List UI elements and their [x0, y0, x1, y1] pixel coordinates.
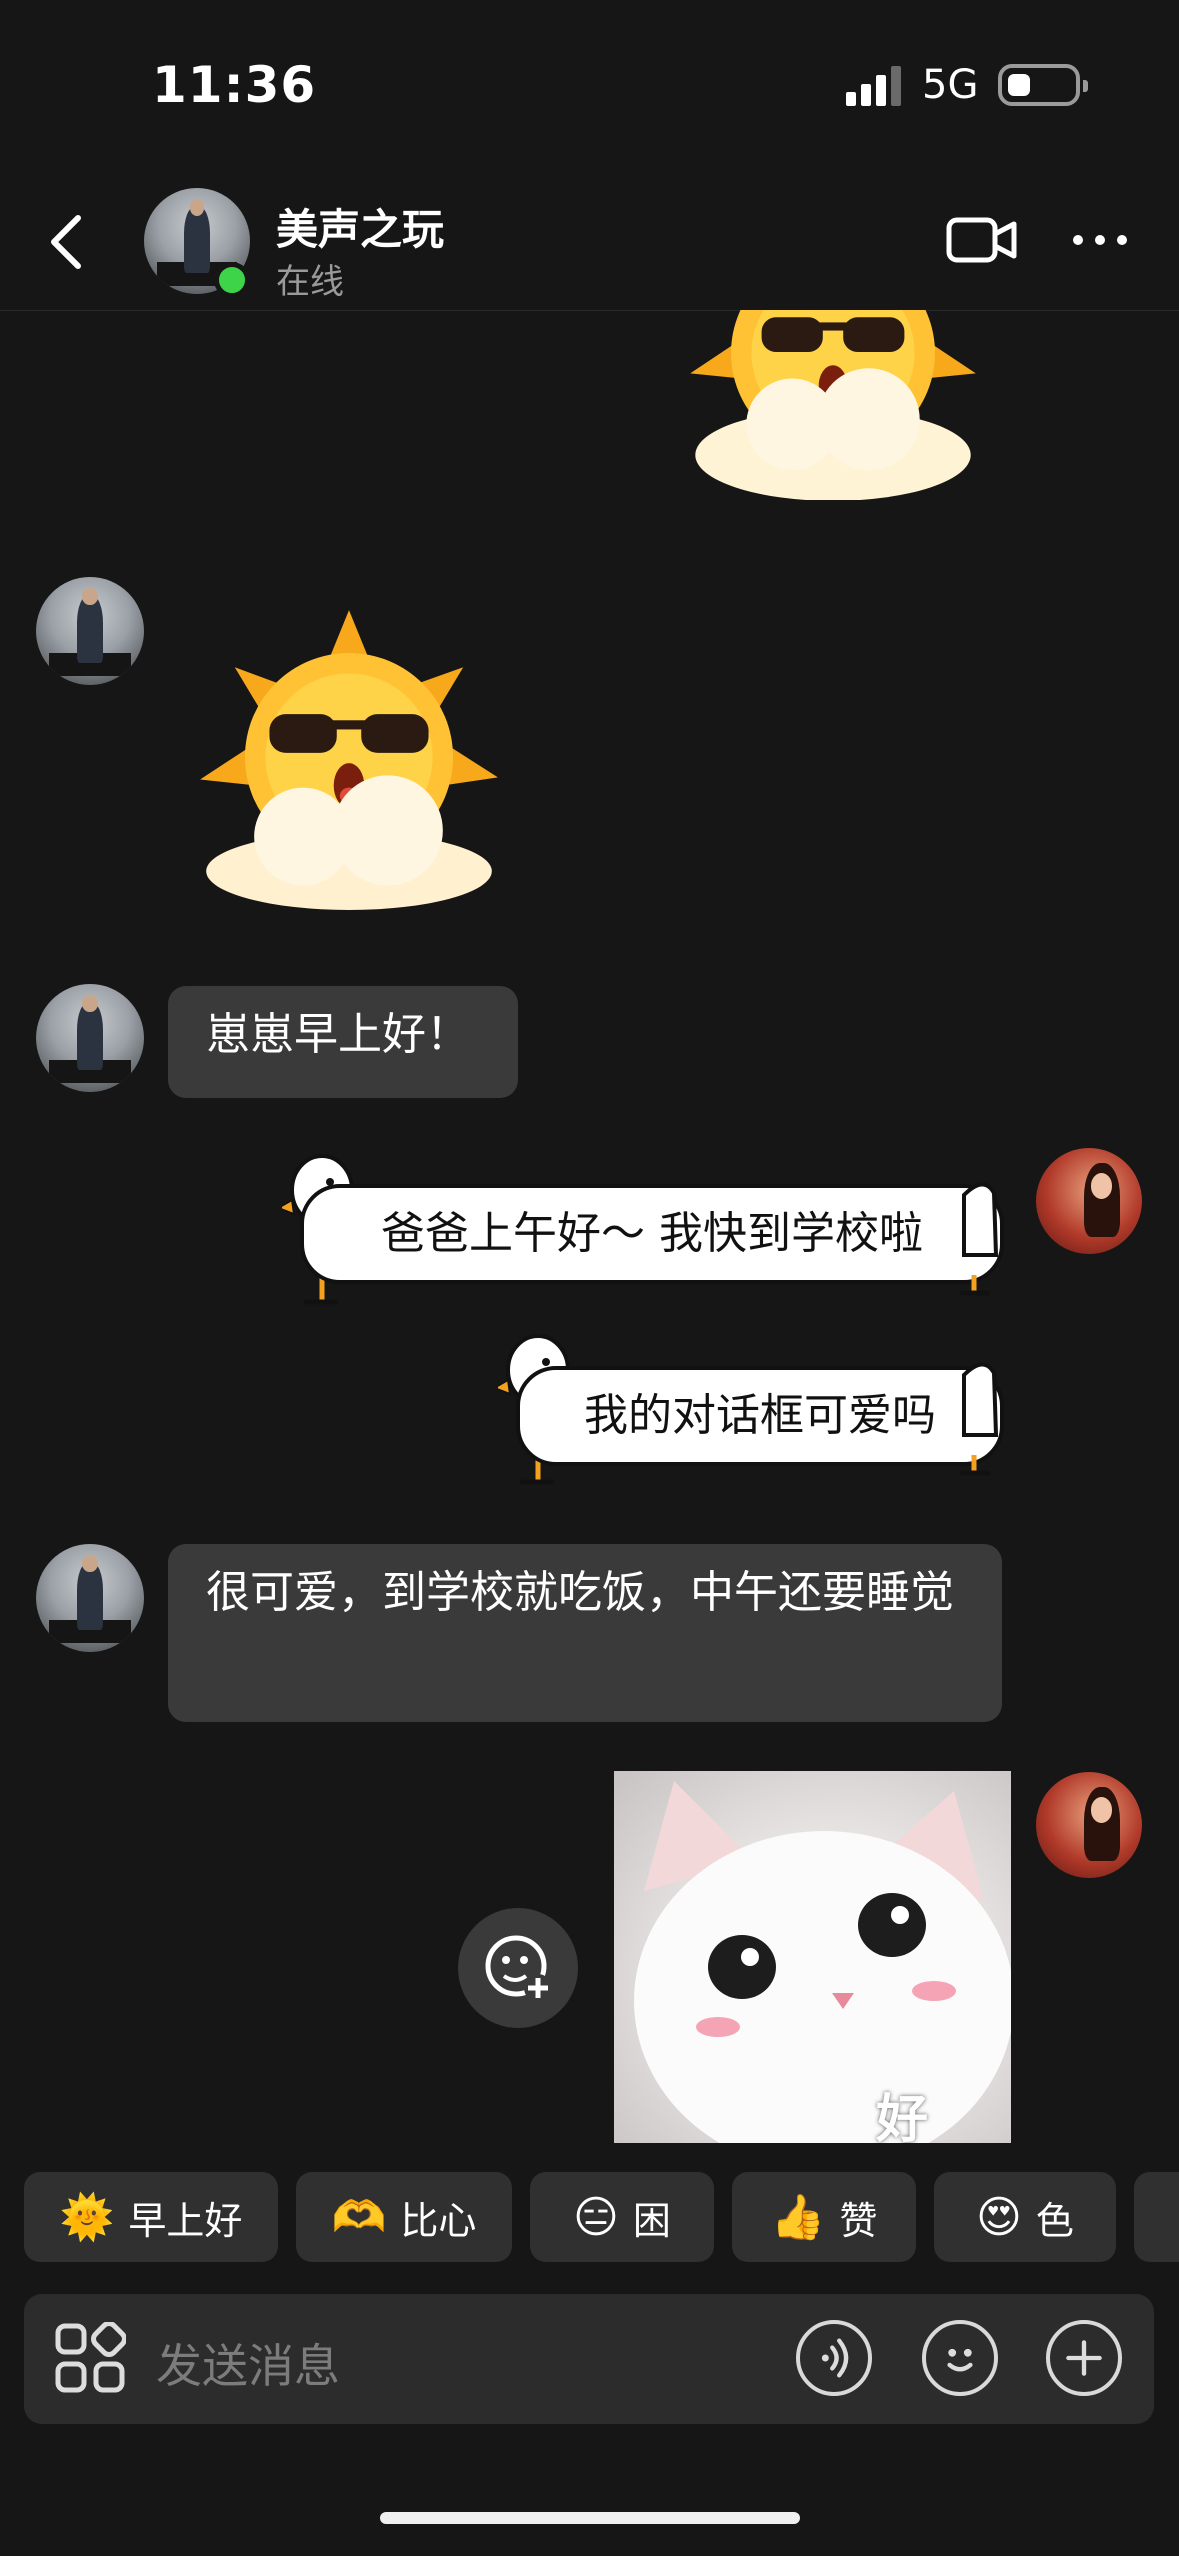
plus-icon — [1066, 2340, 1102, 2376]
contact-avatar[interactable] — [36, 984, 144, 1092]
add-sticker-icon — [485, 1935, 552, 2002]
emoji-button[interactable] — [922, 2320, 998, 2396]
goose-icon — [960, 1362, 999, 1476]
online-indicator — [214, 262, 250, 298]
contact-avatar[interactable] — [36, 577, 144, 685]
contact-status: 在线 — [276, 262, 344, 302]
smile-icon — [947, 2348, 973, 2372]
quick-reply-like[interactable]: 👍 赞 — [732, 2172, 916, 2262]
message-bubble[interactable]: 很可爱，到学校就吃饭，中午还要睡觉 — [168, 1544, 1002, 1722]
image-caption: 好 — [876, 2090, 929, 2143]
cat-image[interactable]: 好 — [614, 1771, 1011, 2143]
network-label: 5G — [922, 62, 979, 108]
plus-button[interactable] — [1046, 2320, 1122, 2396]
contact-avatar[interactable] — [36, 1544, 144, 1652]
quick-reply-label: 色 — [1035, 2198, 1074, 2243]
quick-reply-heart[interactable]: 🫶 比心 — [296, 2172, 512, 2262]
my-avatar[interactable] — [1036, 1772, 1142, 1878]
quick-reply-good-morning[interactable]: 🌞 早上好 — [24, 2172, 278, 2262]
sleepy-emoji-icon: 😑 — [573, 2191, 619, 2243]
message-bubble[interactable]: 我的对话框可爱吗 — [516, 1366, 1004, 1466]
status-time: 11:36 — [152, 56, 317, 114]
contact-name[interactable]: 美声之玩 — [276, 196, 444, 257]
quick-reply-label: 比心 — [400, 2198, 477, 2243]
quick-reply-sleepy[interactable]: 😑 困 — [530, 2172, 714, 2262]
signal-icon — [846, 66, 901, 106]
goose-icon — [960, 1182, 999, 1296]
home-indicator — [380, 2512, 800, 2524]
sun-emoji-icon: 🌞 — [59, 2192, 115, 2243]
voice-icon — [821, 2338, 849, 2378]
more-dots-icon[interactable] — [1070, 226, 1130, 254]
heart-eyes-emoji-icon: 😍 — [976, 2191, 1022, 2243]
apps-grid-icon[interactable] — [54, 2322, 126, 2394]
chevron-left-icon[interactable] — [46, 212, 86, 272]
sun-sticker[interactable] — [680, 310, 986, 500]
heart-hands-emoji-icon: 🫶 — [331, 2192, 387, 2243]
video-camera-icon[interactable] — [946, 212, 1018, 268]
message-input[interactable]: 发送消息 — [156, 2330, 340, 2396]
cat-illustration — [634, 1781, 1011, 2143]
battery-icon — [998, 64, 1088, 106]
quick-reply-label: 早上好 — [128, 2198, 243, 2243]
sun-sticker[interactable] — [196, 604, 502, 910]
quick-reply-label: 赞 — [839, 2198, 878, 2243]
add-sticker-button[interactable] — [458, 1908, 578, 2028]
message-bubble[interactable]: 崽崽早上好！ — [168, 986, 518, 1098]
my-avatar[interactable] — [1036, 1148, 1142, 1254]
voice-button[interactable] — [796, 2320, 872, 2396]
quick-reply-love[interactable]: 😍 色 — [934, 2172, 1116, 2262]
message-bubble[interactable]: 爸爸上午好～ 我快到学校啦 — [300, 1184, 1004, 1284]
quick-reply-label: 困 — [632, 2198, 671, 2243]
quick-reply-more[interactable] — [1134, 2172, 1179, 2262]
thumbs-up-emoji-icon: 👍 — [770, 2192, 826, 2243]
